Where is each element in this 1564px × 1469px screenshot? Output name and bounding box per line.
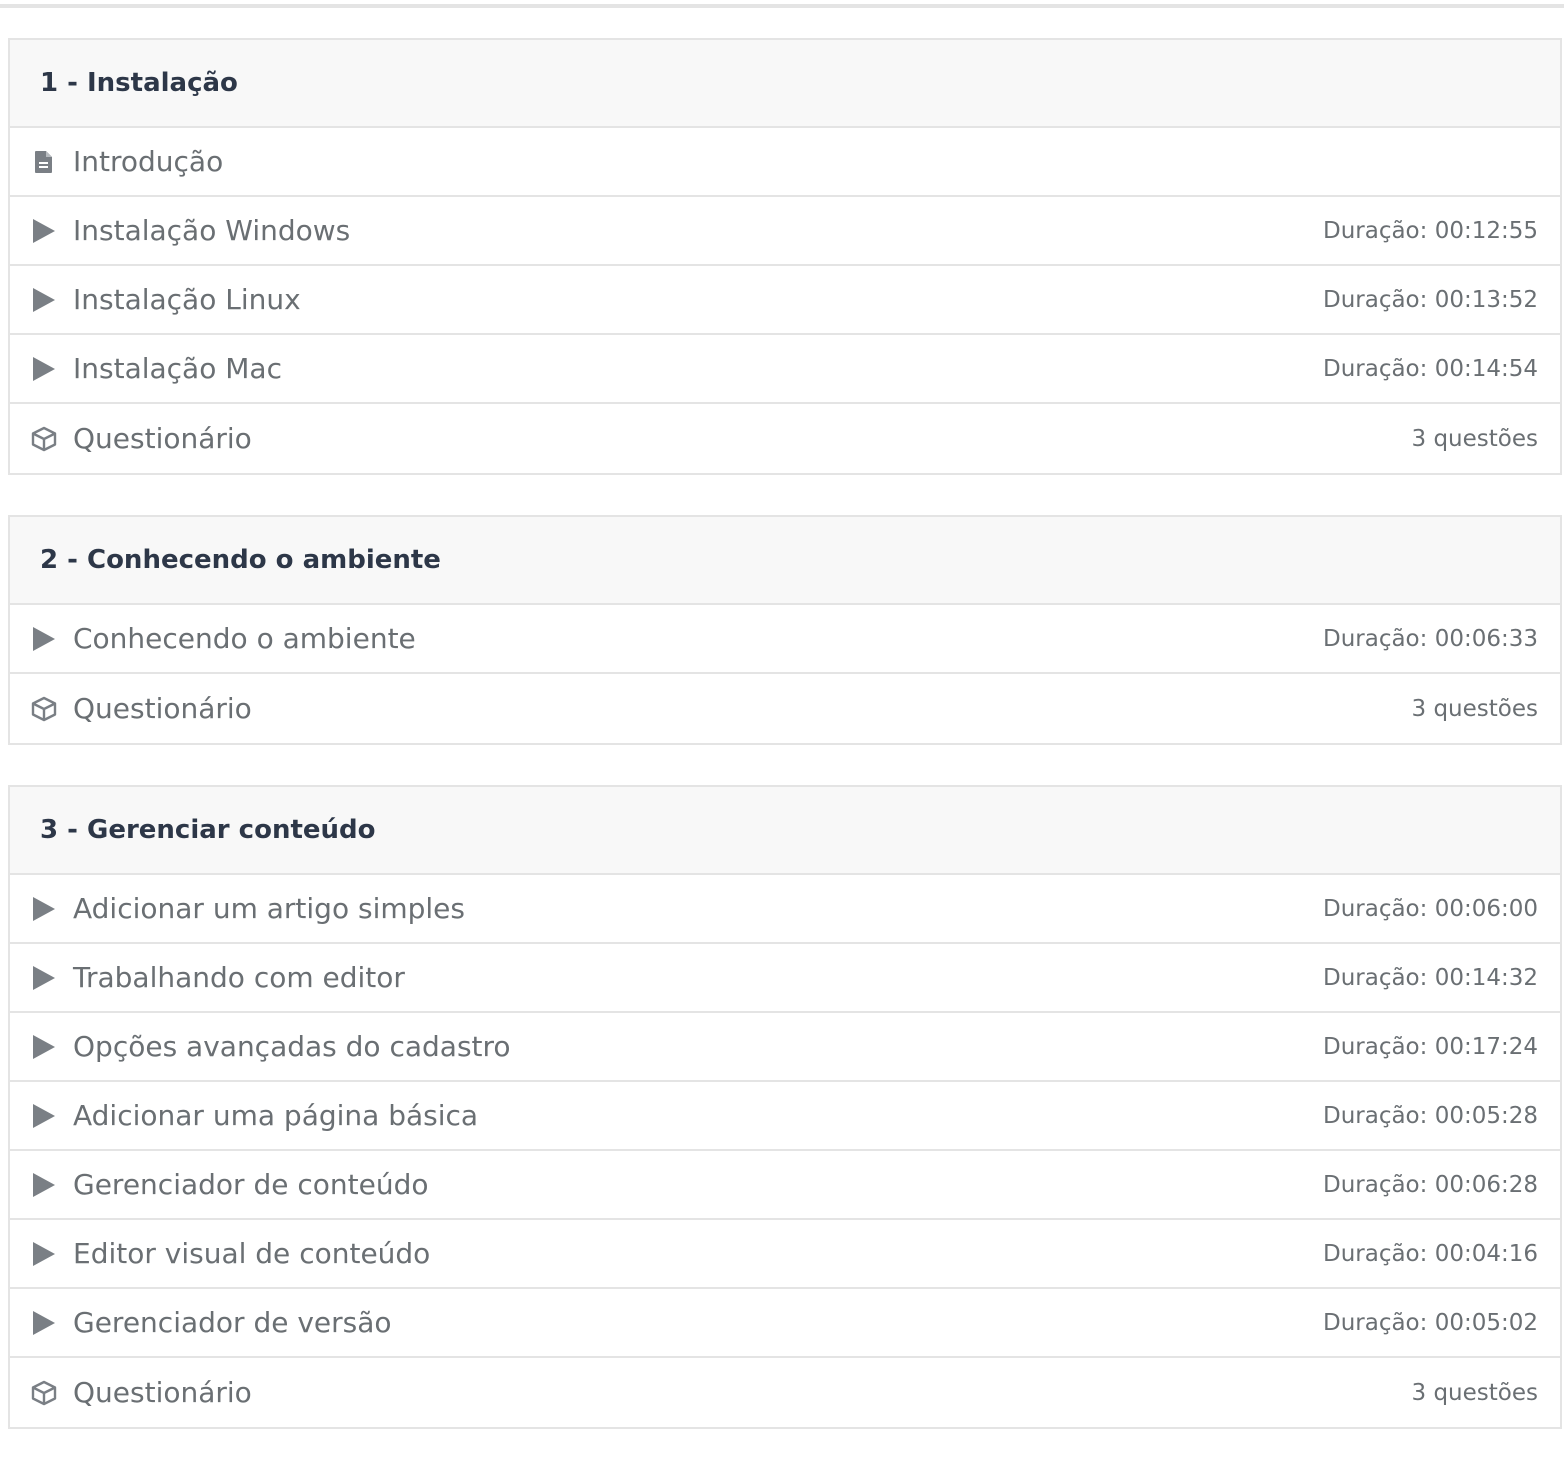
lesson-item[interactable]: Adicionar um artigo simples Duração: 00:… <box>10 875 1560 944</box>
lesson-title: Gerenciador de versão <box>73 1306 392 1339</box>
play-icon <box>30 625 58 653</box>
lesson-duration: Duração: 00:04:16 <box>1322 1240 1538 1267</box>
section-title: 1 - Instalação <box>40 68 238 98</box>
lesson-duration: Duração: 00:14:32 <box>1322 964 1538 991</box>
cube-icon <box>30 695 58 723</box>
cube-icon <box>30 425 58 453</box>
lesson-item[interactable]: Trabalhando com editor Duração: 00:14:32 <box>10 944 1560 1013</box>
play-icon <box>30 217 58 245</box>
play-icon <box>30 964 58 992</box>
quiz-title: Questionário <box>73 1376 252 1409</box>
lesson-title: Instalação Windows <box>73 214 351 247</box>
top-divider <box>0 4 1564 8</box>
play-icon <box>30 1309 58 1337</box>
section-title: 2 - Conhecendo o ambiente <box>40 545 441 575</box>
lesson-title: Conhecendo o ambiente <box>73 622 416 655</box>
lesson-duration: Duração: 00:06:28 <box>1322 1171 1538 1198</box>
lesson-title: Editor visual de conteúdo <box>73 1237 431 1270</box>
play-icon <box>30 1171 58 1199</box>
play-icon <box>30 1102 58 1130</box>
lesson-item[interactable]: Gerenciador de conteúdo Duração: 00:06:2… <box>10 1151 1560 1220</box>
lesson-title: Adicionar uma página básica <box>73 1099 479 1132</box>
quiz-question-count: 3 questões <box>1411 1379 1538 1406</box>
lesson-title: Instalação Mac <box>73 352 282 385</box>
lesson-item[interactable]: Instalação Linux Duração: 00:13:52 <box>10 266 1560 335</box>
section-1: 1 - Instalação Introdução Instalação Win… <box>8 38 1562 475</box>
play-icon <box>30 895 58 923</box>
lesson-duration: Duração: 00:06:00 <box>1322 895 1538 922</box>
section-header[interactable]: 1 - Instalação <box>10 40 1560 128</box>
document-icon <box>30 148 58 176</box>
lesson-item[interactable]: Gerenciador de versão Duração: 00:05:02 <box>10 1289 1560 1358</box>
lesson-duration: Duração: 00:06:33 <box>1322 625 1538 652</box>
lesson-title: Instalação Linux <box>73 283 301 316</box>
lesson-duration: Duração: 00:14:54 <box>1322 355 1538 382</box>
quiz-item[interactable]: Questionário 3 questões <box>10 404 1560 473</box>
lesson-item[interactable]: Introdução <box>10 128 1560 197</box>
lesson-item[interactable]: Conhecendo o ambiente Duração: 00:06:33 <box>10 605 1560 674</box>
quiz-item[interactable]: Questionário 3 questões <box>10 1358 1560 1427</box>
lesson-title: Trabalhando com editor <box>73 961 405 994</box>
section-title: 3 - Gerenciar conteúdo <box>40 815 376 845</box>
section-header[interactable]: 3 - Gerenciar conteúdo <box>10 787 1560 875</box>
lesson-duration: Duração: 00:05:28 <box>1322 1102 1538 1129</box>
lesson-duration: Duração: 00:12:55 <box>1322 217 1538 244</box>
lesson-item[interactable]: Editor visual de conteúdo Duração: 00:04… <box>10 1220 1560 1289</box>
section-3: 3 - Gerenciar conteúdo Adicionar um arti… <box>8 785 1562 1429</box>
play-icon <box>30 1240 58 1268</box>
lesson-title: Gerenciador de conteúdo <box>73 1168 429 1201</box>
lesson-item[interactable]: Instalação Windows Duração: 00:12:55 <box>10 197 1560 266</box>
curriculum: 1 - Instalação Introdução Instalação Win… <box>8 38 1562 1469</box>
section-2: 2 - Conhecendo o ambiente Conhecendo o a… <box>8 515 1562 745</box>
lesson-title: Opções avançadas do cadastro <box>73 1030 511 1063</box>
play-icon <box>30 355 58 383</box>
section-header[interactable]: 2 - Conhecendo o ambiente <box>10 517 1560 605</box>
quiz-question-count: 3 questões <box>1411 695 1538 722</box>
lesson-item[interactable]: Opções avançadas do cadastro Duração: 00… <box>10 1013 1560 1082</box>
quiz-item[interactable]: Questionário 3 questões <box>10 674 1560 743</box>
quiz-question-count: 3 questões <box>1411 425 1538 452</box>
lesson-title: Introdução <box>73 145 224 178</box>
lesson-title: Adicionar um artigo simples <box>73 892 465 925</box>
lesson-duration: Duração: 00:17:24 <box>1322 1033 1538 1060</box>
play-icon <box>30 1033 58 1061</box>
play-icon <box>30 286 58 314</box>
lesson-item[interactable]: Instalação Mac Duração: 00:14:54 <box>10 335 1560 404</box>
quiz-title: Questionário <box>73 692 252 725</box>
cube-icon <box>30 1379 58 1407</box>
lesson-duration: Duração: 00:05:02 <box>1322 1309 1538 1336</box>
quiz-title: Questionário <box>73 422 252 455</box>
lesson-duration: Duração: 00:13:52 <box>1322 286 1538 313</box>
lesson-item[interactable]: Adicionar uma página básica Duração: 00:… <box>10 1082 1560 1151</box>
